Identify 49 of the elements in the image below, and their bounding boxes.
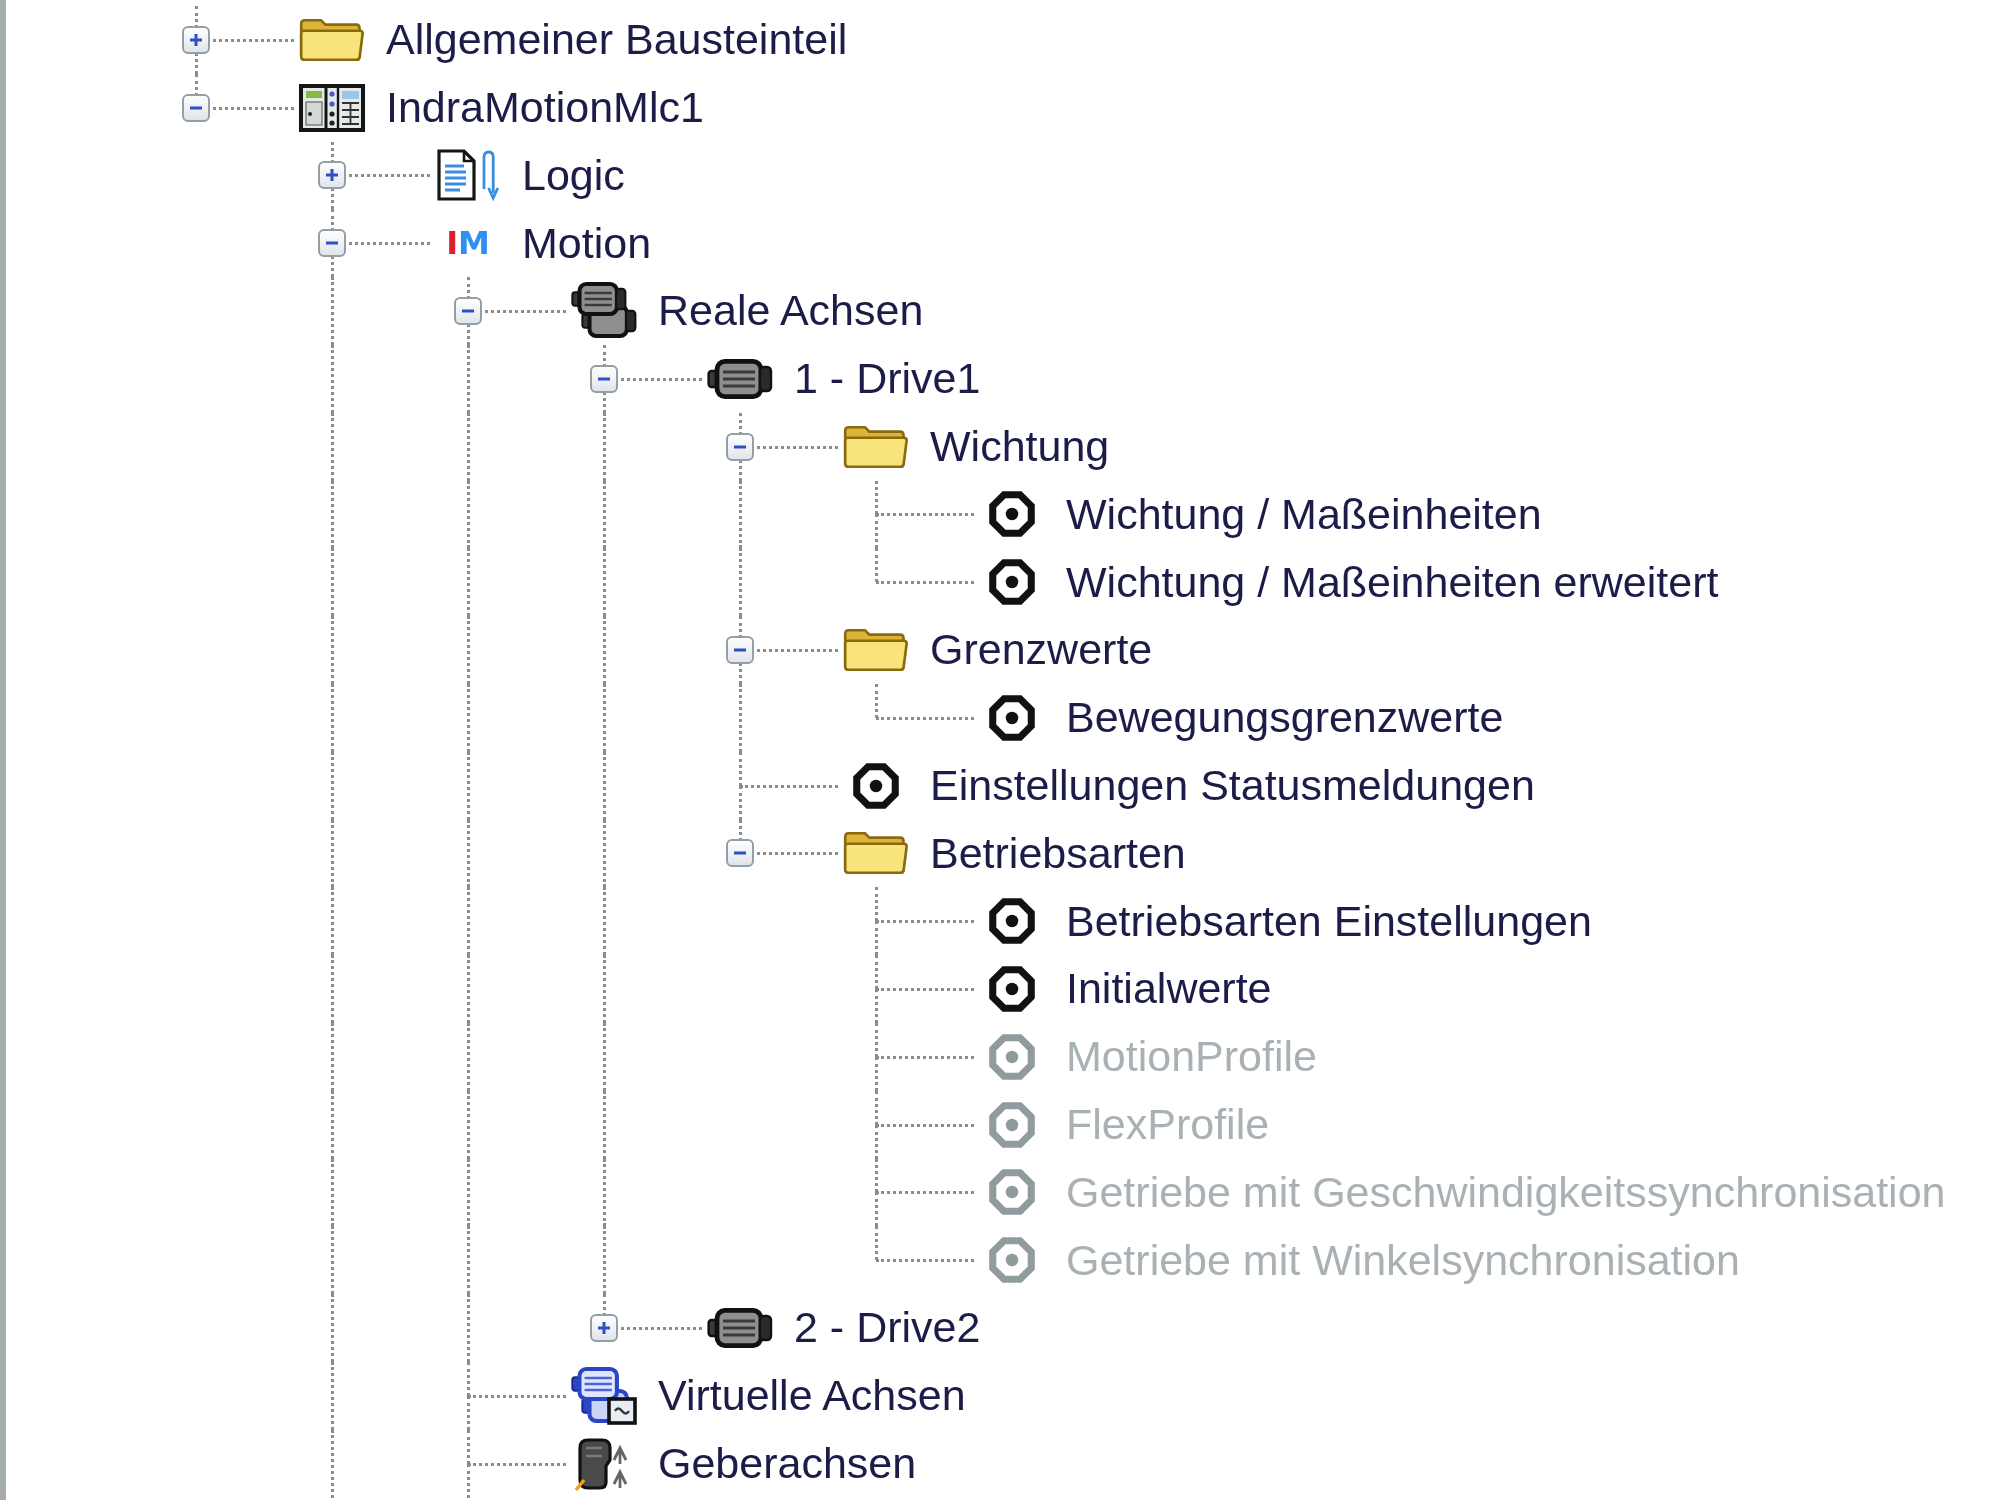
- tree-item-label[interactable]: Wichtung: [930, 421, 1110, 472]
- tree-item-label[interactable]: Bewegungsgrenzwerte: [1066, 693, 1504, 743]
- tree-item-label[interactable]: 1 - Drive1: [794, 354, 981, 404]
- minus-box-icon[interactable]: [590, 364, 618, 393]
- tree-item-label[interactable]: 2 - Drive2: [794, 1303, 981, 1353]
- minus-box-icon[interactable]: [454, 297, 482, 326]
- octagon-ring-icon: [987, 1235, 1037, 1286]
- minus-box-icon[interactable]: [318, 229, 346, 258]
- tree-item-label[interactable]: Wichtung / Maßeinheiten: [1066, 489, 1542, 540]
- folder-icon: [843, 424, 909, 469]
- motor-stack-icon: [571, 1366, 637, 1425]
- tree-item-label[interactable]: Virtuelle Achsen: [658, 1371, 966, 1421]
- tree-item-label[interactable]: Wichtung / Maßeinheiten erweitert: [1066, 557, 1719, 607]
- octagon-ring-icon: [987, 1031, 1037, 1082]
- tree-item-label[interactable]: Logic: [522, 150, 625, 201]
- logo-icon: IM: [446, 227, 490, 260]
- plus-box-icon[interactable]: [318, 161, 346, 190]
- plus-box-icon[interactable]: [182, 25, 210, 54]
- octagon-ring-icon: [987, 692, 1037, 743]
- minus-box-icon[interactable]: [726, 636, 754, 665]
- minus-box-icon[interactable]: [726, 432, 754, 461]
- folder-icon: [299, 17, 365, 62]
- document-icon: [436, 149, 500, 202]
- plus-box-icon[interactable]: [590, 1314, 618, 1343]
- tree-item-label[interactable]: Geberachsen: [658, 1438, 917, 1489]
- folder-icon: [843, 628, 909, 673]
- folder-icon: [843, 831, 909, 876]
- tree-item-label[interactable]: Einstellungen Statusmeldungen: [930, 760, 1535, 811]
- motor-icon: [707, 1308, 773, 1349]
- tree-item-label[interactable]: IndraMotionMlc1: [386, 82, 704, 133]
- motor-stack-icon: [571, 282, 637, 341]
- octagon-ring-icon: [851, 760, 901, 811]
- octagon-ring-icon: [987, 896, 1037, 947]
- minus-box-icon[interactable]: [726, 839, 754, 868]
- tree-item-label[interactable]: Grenzwerte: [930, 625, 1153, 675]
- tree-item-label[interactable]: Betriebsarten Einstellungen: [1066, 896, 1592, 946]
- octagon-ring-icon: [987, 1099, 1037, 1150]
- tree-item-label[interactable]: Reale Achsen: [658, 286, 924, 336]
- octagon-ring-icon: [987, 964, 1037, 1015]
- tree-item-label[interactable]: Betriebsarten: [930, 828, 1186, 879]
- minus-box-icon[interactable]: [182, 93, 210, 122]
- tree-item-label[interactable]: Motion: [522, 218, 652, 268]
- octagon-ring-icon: [987, 1167, 1037, 1218]
- motor-icon: [707, 358, 773, 399]
- tree-item-label[interactable]: Allgemeiner Bausteinteil: [386, 15, 848, 65]
- tree-item-label[interactable]: Initialwerte: [1066, 964, 1272, 1014]
- octagon-ring-icon: [987, 489, 1037, 540]
- control-panel-icon: [299, 83, 365, 132]
- octagon-ring-icon: [987, 557, 1037, 608]
